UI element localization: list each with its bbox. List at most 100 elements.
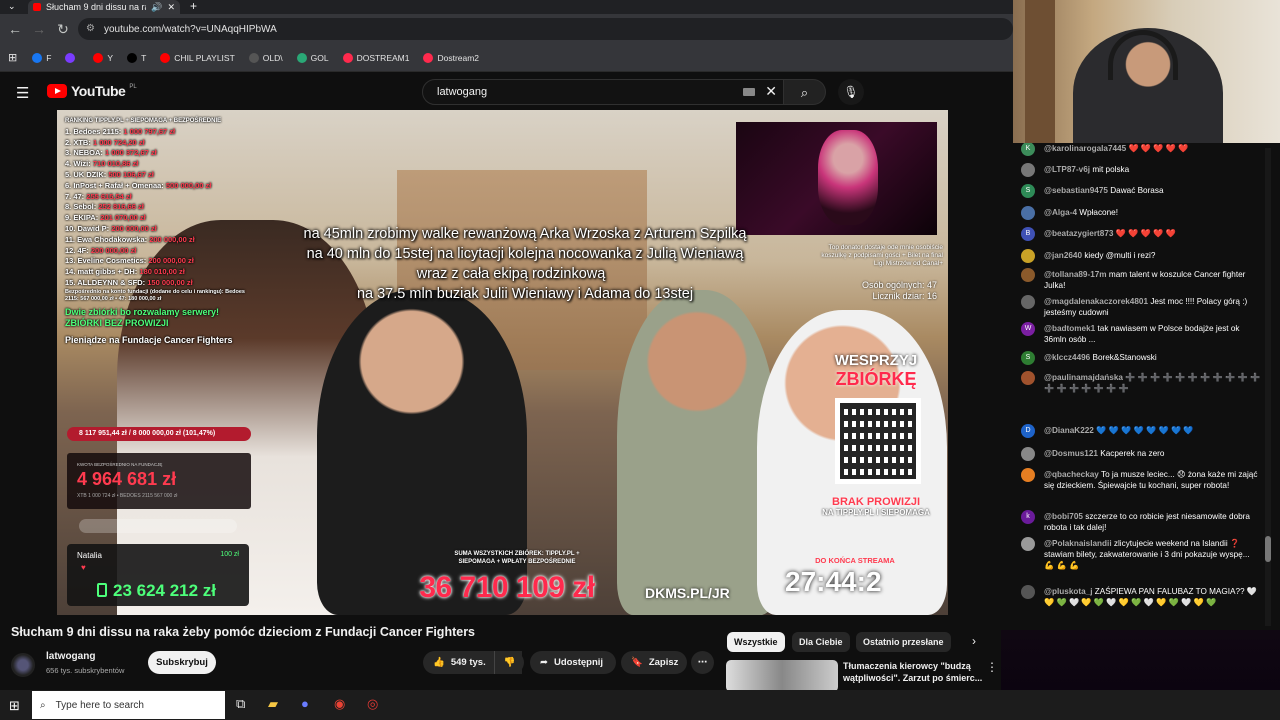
voice-search-button[interactable]: 🎙 [838,79,864,105]
chat-username[interactable]: @qbacheckay [1044,470,1099,479]
chat-username[interactable]: @tollana89-17m [1044,270,1107,279]
chat-message[interactable]: D @DianaK222 💙 💙 💙 💙 💙 💙 💙 💙 [1021,424,1261,438]
search-button[interactable]: ⌕ [784,79,826,105]
chat-avatar[interactable]: S [1021,184,1035,198]
chat-avatar[interactable] [1021,468,1035,482]
chevron-right-icon[interactable]: › [972,634,976,648]
chat-scroll-thumb[interactable] [1265,536,1271,562]
forward-icon[interactable]: → [27,21,51,37]
bookmark-item[interactable] [60,52,84,63]
chat-message[interactable]: S @sebastian9475 Dawać Borasa [1021,184,1261,198]
chat-message[interactable]: @tollana89-17m mam talent w koszulce Can… [1021,268,1261,291]
chat-username[interactable]: @badtomek1 [1044,324,1095,333]
channel-avatar[interactable] [11,653,35,677]
chat-message[interactable]: W @badtomek1 tak nawiasem w Polsce bodajż… [1021,322,1261,345]
chat-username[interactable]: @DianaK222 [1044,426,1094,435]
bookmark-item[interactable]: CHIL PLAYLIST [155,52,239,63]
chat-avatar[interactable]: k [1021,510,1035,524]
channel-name[interactable]: latwogang [46,651,95,662]
chat-avatar[interactable]: D [1021,424,1035,438]
keyboard-icon[interactable] [743,88,755,96]
chat-message[interactable]: @pluskota_j ZAŚPIEWA PAN FALUBAZ TO MAGI… [1021,585,1261,608]
chat-avatar[interactable] [1021,249,1035,263]
chat-message[interactable]: k @bobi705 szczerze to co robicie jest ni… [1021,510,1261,533]
chat-username[interactable]: @Dosmus121 [1044,449,1098,458]
chat-message[interactable]: @Polaknaislandii zlicytujecie weekend na… [1021,537,1261,571]
chrome-icon[interactable]: ◉ [334,696,345,712]
recommendation-title[interactable]: Tłumaczenia kierowcy "budzą wątpliwości"… [843,660,983,684]
recommendation-thumbnail[interactable] [726,660,838,692]
chip-recent[interactable]: Ostatnio przesłane [856,632,951,652]
chat-username[interactable]: @bobi705 [1044,512,1083,521]
dislike-button[interactable]: 👎 [494,651,524,674]
chat-avatar[interactable]: B [1021,227,1035,241]
chat-message[interactable]: S @klccz4496 Borek&Stanowski [1021,351,1261,365]
chat-username[interactable]: @beatazygiert873 [1044,229,1113,238]
recommendation-menu-icon[interactable]: ⋮ [986,660,998,674]
bookmark-item[interactable]: T [122,52,151,63]
chip-all[interactable]: Wszystkie [727,632,785,652]
chat-username[interactable]: @pluskota_j [1044,587,1092,596]
windows-start-icon[interactable]: ⊞ [9,698,20,714]
taskbar-search[interactable]: ⌕ Type here to search [32,691,225,719]
chat-message[interactable]: @magdalenakaczorek4801 Jest moc !!!! Pol… [1021,295,1261,318]
back-icon[interactable]: ← [3,21,27,37]
reload-icon[interactable]: ↻ [51,21,75,38]
chat-message[interactable]: B @beatazygiert873 ❤️ ❤️ ❤️ ❤️ ❤️ [1021,227,1261,241]
bookmark-item[interactable]: Dostream2 [418,52,484,63]
search-input[interactable]: latwogang ✕ [422,79,784,105]
url-bar[interactable]: ⚙ youtube.com/watch?v=UNAqqHIPbWA [78,18,1013,40]
chat-avatar[interactable]: W [1021,322,1035,336]
chat-avatar[interactable] [1021,206,1035,220]
save-button[interactable]: 🔖 Zapisz [621,651,687,674]
bookmark-item[interactable]: F [27,52,56,63]
chat-avatar[interactable] [1021,447,1035,461]
share-button[interactable]: ➦ Udostępnij [530,651,616,674]
chat-avatar[interactable]: S [1021,351,1035,365]
new-tab-icon[interactable]: + [190,0,197,13]
chat-username[interactable]: @magdalenakaczorek4801 [1044,297,1148,306]
chat-avatar[interactable] [1021,371,1035,385]
chat-avatar[interactable] [1021,163,1035,177]
youtube-logo[interactable]: YouTube PL [47,83,137,99]
chat-username[interactable]: @LTP87-v6j [1044,165,1090,174]
chat-username[interactable]: @klccz4496 [1044,353,1090,362]
chat-avatar[interactable] [1021,268,1035,282]
chat-message[interactable]: @LTP87-v6j mit polska [1021,163,1261,177]
discord-icon[interactable]: ● [301,696,309,711]
bookmark-item[interactable]: Y [88,52,118,63]
subscribe-button[interactable]: Subskrybuj [148,651,216,674]
chat-username[interactable]: @karolinarogala7445 [1044,144,1126,153]
chat-username[interactable]: @jan2640 [1044,251,1082,260]
chat-message[interactable]: @jan2640 kiedy @multi i rezi? [1021,249,1261,263]
chat-avatar[interactable]: K [1021,143,1035,156]
chat-username[interactable]: @paulinamajdańska [1044,373,1123,382]
chat-username[interactable]: @Alga-4 [1044,208,1077,217]
chat-message[interactable]: @qbacheckay To ja musze leciec... 😞 żona… [1021,468,1261,491]
apps-grid-icon[interactable]: ⊞ [8,51,17,64]
chat-username[interactable]: @Polaknaislandii [1044,539,1112,548]
chat-username[interactable]: @sebastian9475 [1044,186,1108,195]
more-actions-button[interactable]: ⋯ [691,651,714,674]
chat-avatar[interactable] [1021,295,1035,309]
tab-search-icon[interactable]: ⌄ [8,1,16,12]
close-tab-icon[interactable]: ✕ [167,2,175,13]
browser-tab-active[interactable]: Słucham 9 dni dissu na raka 🔊 ✕ [28,0,180,14]
chat-message[interactable]: @Dosmus121 Kacperek na zero [1021,447,1261,461]
site-info-icon[interactable]: ⚙ [86,23,95,34]
chat-message[interactable]: @Alga-4 Wpłacone! [1021,206,1261,220]
speaker-icon[interactable]: 🔊 [151,2,162,13]
chat-message[interactable]: K @karolinarogala7445 ❤️ ❤️ ❤️ ❤️ ❤️ [1021,143,1261,156]
video-player[interactable]: RANKING TIPPLY.PL + SIEPOMAGA + BEZPOŚRE… [57,110,948,615]
chip-for-you[interactable]: Dla Ciebie [792,632,850,652]
chat-message[interactable]: @paulinamajdańska ➕ ➕ ➕ ➕ ➕ ➕ ➕ ➕ ➕ ➕ ➕ … [1021,371,1261,394]
clear-search-icon[interactable]: ✕ [765,83,777,100]
task-view-icon[interactable]: ⧉ [236,696,245,712]
app-icon[interactable]: ◎ [367,696,378,712]
file-explorer-icon[interactable]: ▰ [268,696,278,712]
hamburger-menu-icon[interactable]: ☰ [16,84,29,102]
bookmark-item[interactable]: OLD\ [244,52,288,63]
bookmark-item[interactable]: DOSTREAM1 [338,52,415,63]
chat-avatar[interactable] [1021,537,1035,551]
chat-avatar[interactable] [1021,585,1035,599]
